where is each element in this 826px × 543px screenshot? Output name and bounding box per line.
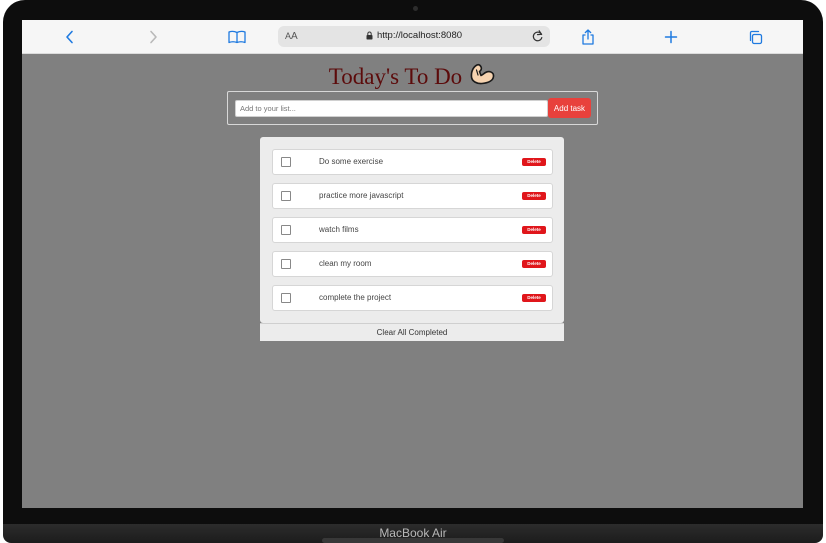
reload-icon[interactable] [531,29,544,48]
base-notch [322,538,504,543]
task-checkbox[interactable] [281,259,291,269]
task-checkbox[interactable] [281,191,291,201]
task-checkbox[interactable] [281,157,291,167]
task-item: complete the project Delete [272,285,553,311]
task-text: watch films [319,225,359,234]
laptop: MacBook Air AA http://localhost:8080 Tod… [0,0,826,543]
text-size-icon[interactable]: AA [285,31,298,42]
camera [413,6,418,11]
share-icon[interactable] [577,26,599,48]
browser-window: AA http://localhost:8080 Today's To Do A… [22,20,803,508]
browser-toolbar: AA http://localhost:8080 [22,20,803,54]
delete-button[interactable]: Delete [522,226,546,234]
page-title-text: Today's To Do [328,64,463,89]
tabs-icon[interactable] [744,26,766,48]
task-text: Do some exercise [319,157,384,166]
add-task-button[interactable]: Add task [548,98,591,118]
task-checkbox[interactable] [281,293,291,303]
flexed-biceps-icon [468,62,496,92]
task-text: practice more javascript [319,191,404,200]
task-text: clean my room [319,259,372,268]
page-title: Today's To Do [22,62,803,92]
task-item: practice more javascript Delete [272,183,553,209]
delete-button[interactable]: Delete [522,192,546,200]
forward-icon[interactable] [142,26,164,48]
delete-button[interactable]: Delete [522,158,546,166]
delete-button[interactable]: Delete [522,294,546,302]
back-icon[interactable] [59,26,81,48]
task-checkbox[interactable] [281,225,291,235]
bookmarks-icon[interactable] [226,26,248,48]
clear-completed-button[interactable]: Clear All Completed [260,323,564,341]
task-list: Do some exercise Delete practice more ja… [260,137,564,323]
task-text: complete the project [319,293,392,302]
task-input[interactable] [235,100,548,117]
new-tab-icon[interactable] [660,26,682,48]
address-bar[interactable]: AA http://localhost:8080 [278,26,550,47]
task-item: Do some exercise Delete [272,149,553,175]
lock-icon [366,31,373,40]
task-item: watch films Delete [272,217,553,243]
url-text: http://localhost:8080 [377,30,463,41]
task-item: clean my room Delete [272,251,553,277]
delete-button[interactable]: Delete [522,260,546,268]
add-task-form: Add task [227,91,598,125]
